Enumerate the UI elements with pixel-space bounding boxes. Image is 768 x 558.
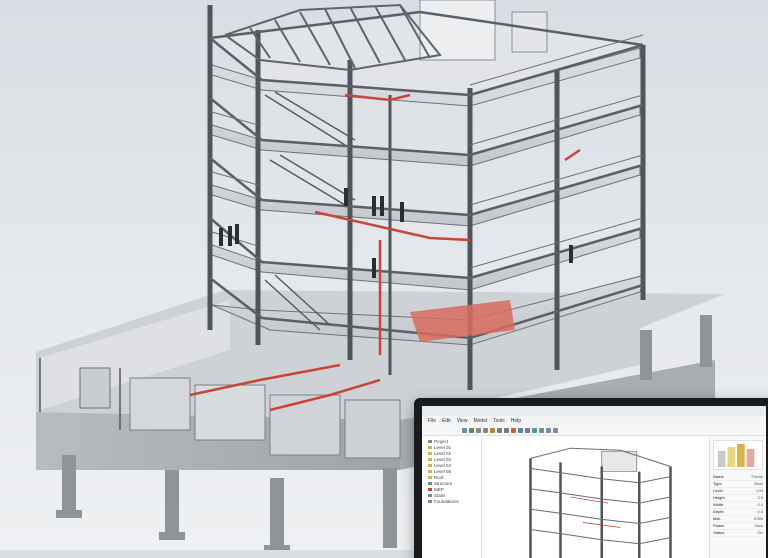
property-value[interactable]: 0.4 (757, 502, 763, 508)
menu-item-tools[interactable]: Tools (493, 418, 505, 424)
toolbar-layers-button[interactable] (525, 427, 530, 433)
layer-swatch (428, 440, 432, 444)
properties-panel: Name Frame Type Steel Level L03 Height 3.6 Width… (709, 436, 766, 558)
menu-item-model[interactable]: Model (473, 418, 487, 424)
core-block (419, 0, 496, 61)
property-row: Mat. S355 (713, 516, 763, 523)
property-row: Type Steel (713, 481, 763, 488)
property-row: Phase New (713, 523, 763, 530)
toolbar-render-button[interactable] (532, 427, 537, 433)
property-key: Height (713, 495, 725, 500)
layer-swatch (428, 458, 432, 462)
property-key: Status (713, 530, 725, 535)
property-value[interactable]: S355 (754, 516, 763, 522)
toolbar-measure-button[interactable] (511, 427, 516, 433)
property-value[interactable]: Frame (751, 474, 763, 480)
bim-software-window: File Edit View Model Tools Help Project L… (422, 406, 766, 558)
tree-item-label: Foundations (434, 499, 459, 504)
layer-swatch (428, 488, 432, 492)
monitor: File Edit View Model Tools Help Project L… (414, 398, 768, 558)
property-value[interactable]: OK (757, 530, 763, 536)
toolbar-redo-button[interactable] (483, 427, 488, 433)
tree-item-label: Stairs (434, 493, 446, 498)
property-key: Type (713, 481, 722, 486)
toolbar (422, 425, 766, 436)
project-tree: Project Level 01 Level 02 Level 03 Level 04 L… (422, 436, 482, 558)
property-row: Name Frame (713, 474, 763, 481)
tree-item-label: Level 03 (434, 457, 452, 462)
toolbar-move-button[interactable] (497, 427, 502, 433)
menu-item-file[interactable]: File (428, 418, 436, 424)
property-key: Phase (713, 523, 725, 528)
property-value[interactable]: L03 (756, 488, 763, 494)
property-value[interactable]: Steel (754, 481, 763, 487)
toolbar-section-button[interactable] (518, 427, 523, 433)
toolbar-undo-button[interactable] (476, 427, 481, 433)
toolbar-rotate-button[interactable] (504, 427, 509, 433)
property-row: Status OK (713, 530, 763, 537)
menu-bar: File Edit View Model Tools Help (422, 416, 766, 425)
tree-item-label: Level 04 (434, 463, 452, 468)
layer-swatch (428, 470, 432, 474)
tree-item-label: Level 02 (434, 451, 452, 456)
layer-swatch (428, 494, 432, 498)
layer-swatch (428, 452, 432, 456)
layer-swatch (428, 500, 432, 504)
toolbar-open-button[interactable] (462, 427, 467, 433)
toolbar-settings-button[interactable] (539, 427, 544, 433)
tree-item-label: MEP (434, 487, 444, 492)
property-value[interactable]: New (755, 523, 763, 529)
layer-swatch (428, 476, 432, 480)
property-row: Width 0.4 (713, 502, 763, 509)
toolbar-print-button[interactable] (553, 427, 558, 433)
property-key: Width (713, 502, 724, 507)
tree-item-label: Project (434, 439, 449, 444)
property-row: Height 3.6 (713, 495, 763, 502)
level-summary-chart (713, 440, 763, 470)
property-row: Depth 0.4 (713, 509, 763, 516)
toolbar-save-button[interactable] (469, 427, 474, 433)
tree-item-label: Level 01 (434, 445, 452, 450)
toolbar-select-button[interactable] (490, 427, 495, 433)
tree-item-label: Structure (434, 481, 453, 486)
property-row: Level L03 (713, 488, 763, 495)
property-key: Level (713, 488, 723, 493)
menu-item-help[interactable]: Help (511, 418, 521, 424)
tree-item[interactable]: Foundations (428, 499, 481, 505)
3d-viewport[interactable] (483, 436, 708, 558)
property-key: Name (713, 474, 724, 479)
property-value[interactable]: 0.4 (757, 509, 763, 515)
model-preview (529, 447, 672, 558)
menu-item-view[interactable]: View (457, 418, 468, 424)
tree-item-label: Level 05 (434, 469, 452, 474)
layer-swatch (428, 446, 432, 450)
menu-item-edit[interactable]: Edit (442, 418, 451, 424)
layer-swatch (428, 464, 432, 468)
toolbar-export-button[interactable] (546, 427, 551, 433)
property-key: Mat. (713, 516, 721, 521)
property-value[interactable]: 3.6 (757, 495, 763, 501)
property-key: Depth (713, 509, 724, 514)
tree-item-label: Roof (434, 475, 444, 480)
layer-swatch (428, 482, 432, 486)
